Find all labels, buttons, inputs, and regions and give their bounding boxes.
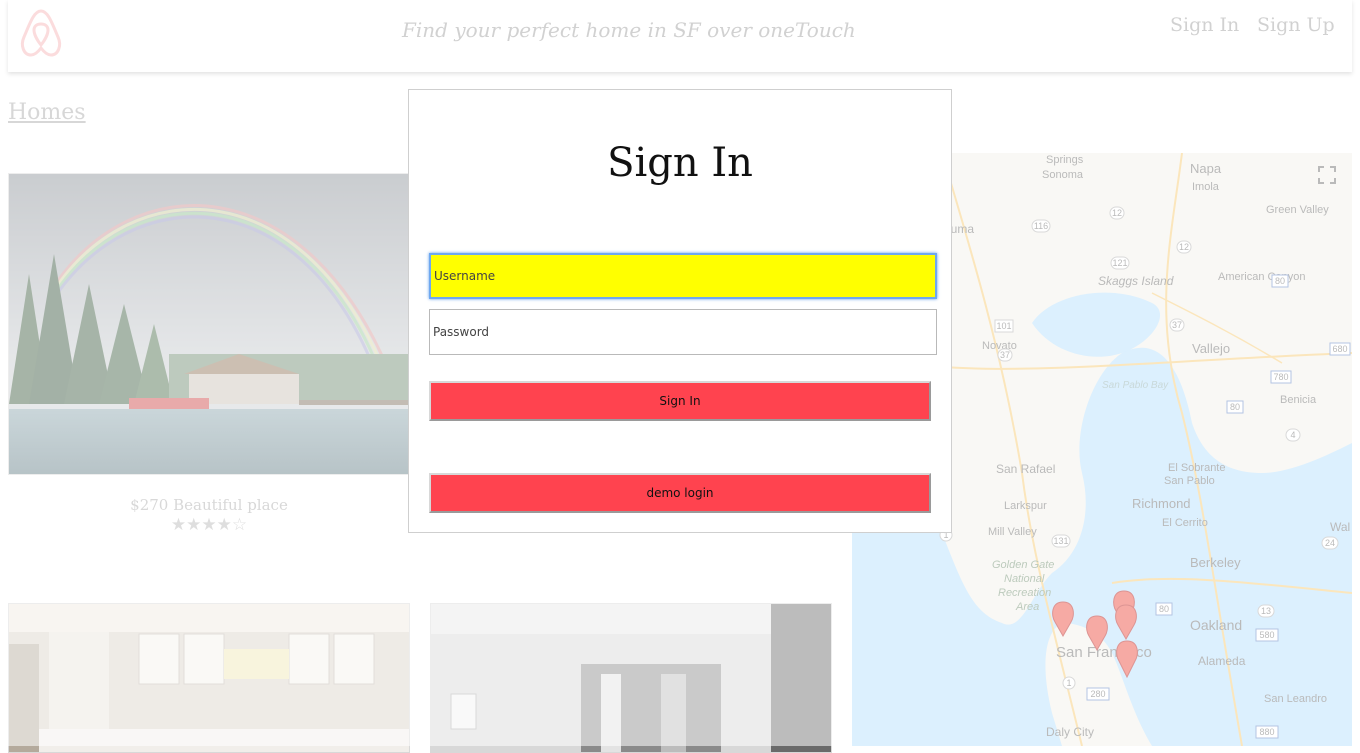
svg-text:580: 580 <box>1259 630 1274 640</box>
svg-text:680: 680 <box>1332 344 1347 354</box>
map-label-skaggs-island: Skaggs Island <box>1098 274 1174 288</box>
svg-text:12: 12 <box>1112 208 1122 218</box>
map-label-green-valley: Green Valley <box>1266 204 1329 216</box>
svg-text:4: 4 <box>1290 430 1295 440</box>
map-label-american: American Canyon <box>1218 271 1305 283</box>
map-label-larkspur: Larkspur <box>1004 500 1047 512</box>
nav-sign-up-link[interactable]: Sign Up <box>1257 14 1335 36</box>
password-input[interactable] <box>429 309 937 355</box>
airbnb-logo-icon[interactable] <box>18 7 64 59</box>
map-label-imola: Imola <box>1192 181 1220 193</box>
listing-rating-stars: ★★★★☆ <box>170 515 248 535</box>
sign-in-modal: Sign In Sign In demo login <box>408 89 952 533</box>
homes-link[interactable]: Homes <box>8 100 86 125</box>
svg-text:880: 880 <box>1259 727 1274 737</box>
svg-text:780: 780 <box>1273 372 1288 382</box>
map-label-daly-city: Daly City <box>1046 725 1094 739</box>
svg-text:37: 37 <box>1172 320 1182 330</box>
svg-text:12: 12 <box>1179 242 1189 252</box>
site-header: Find your perfect home in SF over oneTou… <box>8 0 1352 72</box>
svg-text:116: 116 <box>1034 221 1048 231</box>
svg-text:131: 131 <box>1053 536 1068 546</box>
svg-text:101: 101 <box>996 321 1011 331</box>
map-label-alameda: Alameda <box>1198 654 1246 668</box>
map-label-el-sobrante: El Sobrante <box>1168 462 1225 474</box>
fullscreen-icon[interactable] <box>1316 164 1338 186</box>
listing-price-title[interactable]: $270 Beautiful place <box>8 496 410 514</box>
map-label-benicia: Benicia <box>1280 394 1317 406</box>
map-label-area: Area <box>1015 601 1039 613</box>
nav-sign-in-link[interactable]: Sign In <box>1170 14 1239 36</box>
kitchen-photo <box>9 604 409 752</box>
svg-text:280: 280 <box>1090 689 1105 699</box>
tagline: Find your perfect home in SF over oneTou… <box>402 18 856 42</box>
map-label-richmond: Richmond <box>1132 496 1191 511</box>
svg-text:80: 80 <box>1230 402 1240 412</box>
map-label-berkeley: Berkeley <box>1190 555 1241 570</box>
svg-text:1: 1 <box>1066 678 1071 688</box>
svg-text:37: 37 <box>1000 350 1010 360</box>
svg-text:13: 13 <box>1261 606 1271 616</box>
map-label-vallejo: Vallejo <box>1192 341 1230 356</box>
svg-text:121: 121 <box>1112 258 1127 268</box>
modal-title: Sign In <box>607 140 753 186</box>
svg-text:24: 24 <box>1325 538 1335 548</box>
map-label-recreation: Recreation <box>998 587 1051 599</box>
map-label-golden-gate: Golden Gate <box>992 559 1054 571</box>
svg-text:80: 80 <box>1275 276 1285 286</box>
username-input[interactable] <box>429 253 937 299</box>
map-label-springs: Springs <box>1046 154 1084 166</box>
map-label-san-pablo: San Pablo <box>1164 475 1215 487</box>
map-label-san-rafael: San Rafael <box>996 462 1055 476</box>
listing-image-kitchen[interactable] <box>8 603 410 753</box>
map-label-napa: Napa <box>1190 161 1222 176</box>
map-label-oakland: Oakland <box>1190 617 1242 633</box>
listing-image-lake[interactable] <box>8 173 410 475</box>
sign-in-button[interactable]: Sign In <box>429 381 931 421</box>
map-label-national: National <box>1004 573 1045 585</box>
bedroom-photo <box>431 604 831 752</box>
map-label-san-leandro: San Leandro <box>1264 693 1327 705</box>
map-label-san-pablo-bay: San Pablo Bay <box>1102 380 1169 391</box>
demo-login-button[interactable]: demo login <box>429 473 931 513</box>
map-label-walnut: Wal <box>1330 520 1350 534</box>
lake-photo <box>9 174 409 474</box>
map-label-mill-valley: Mill Valley <box>988 526 1037 538</box>
map-label-el-cerrito: El Cerrito <box>1162 517 1208 529</box>
listing-image-bedroom[interactable] <box>430 603 832 753</box>
svg-text:80: 80 <box>1159 604 1169 614</box>
map-label-sonoma: Sonoma <box>1042 169 1084 181</box>
